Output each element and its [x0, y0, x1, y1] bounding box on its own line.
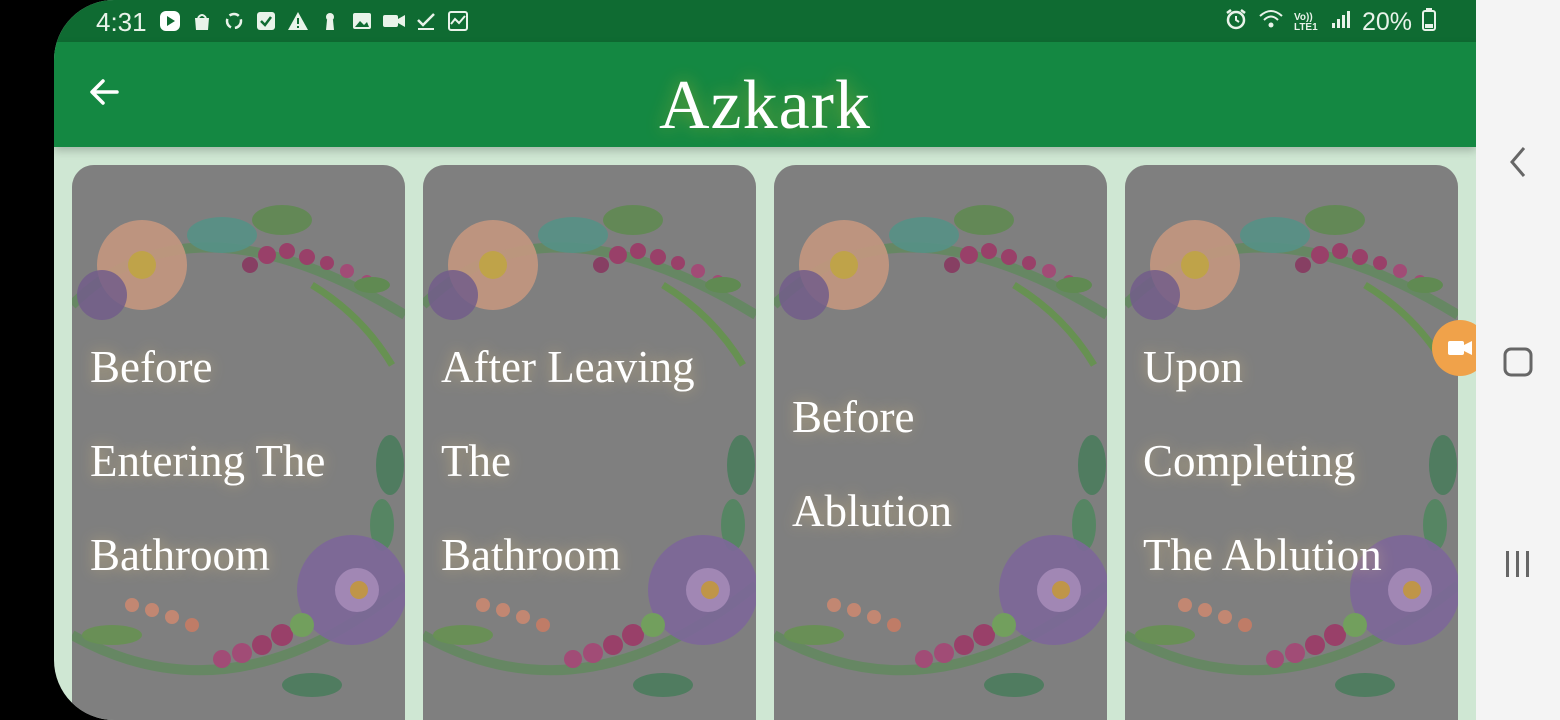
- card-title: Upon Completing The Ablution: [1143, 320, 1452, 602]
- azkar-card-list: Before Entering The Bathroom After Leavi…: [72, 165, 1458, 720]
- app-screen: 4:31 Vo)) LTE1 20% Azkark Before Enterin…: [54, 0, 1476, 720]
- shopping-bag-icon: [190, 9, 214, 33]
- app-bar: Azkark: [54, 42, 1476, 147]
- card-title-line: Before: [792, 392, 915, 442]
- card-title-line: The: [441, 436, 511, 486]
- warning-icon: [286, 9, 310, 33]
- azkar-card[interactable]: After Leaving The Bathroom: [423, 165, 756, 720]
- azkar-card[interactable]: Before Entering The Bathroom: [72, 165, 405, 720]
- check-icon: [414, 9, 438, 33]
- volte-icon: Vo)) LTE1: [1293, 11, 1318, 33]
- play-store-icon: [158, 9, 182, 33]
- card-title: Before Entering The Bathroom: [90, 320, 399, 602]
- checkbox-icon: [254, 9, 278, 33]
- battery-percent: 20%: [1361, 8, 1412, 36]
- video-icon: [382, 9, 406, 33]
- chevron-left-icon[interactable]: [1498, 142, 1538, 182]
- azkar-card[interactable]: Upon Completing The Ablution: [1125, 165, 1458, 720]
- card-title: After Leaving The Bathroom: [441, 320, 750, 602]
- card-title-line: After Leaving: [441, 342, 695, 392]
- card-title: Before Ablution: [792, 370, 1101, 558]
- wifi-icon: [1258, 8, 1284, 37]
- home-square-icon[interactable]: [1498, 342, 1538, 382]
- image-icon: [350, 9, 374, 33]
- card-title-line: Bathroom: [90, 530, 270, 580]
- status-bar: 4:31 Vo)) LTE1 20%: [54, 0, 1476, 42]
- page-title: Azkark: [658, 67, 871, 144]
- status-notification-icons: [158, 9, 470, 33]
- system-nav-bar: [1476, 0, 1560, 720]
- card-title-line: Entering The: [90, 436, 326, 486]
- card-title-line: Ablution: [792, 486, 953, 536]
- keyhole-icon: [318, 9, 342, 33]
- alarm-icon: [1224, 7, 1248, 38]
- card-title-line: Bathroom: [441, 530, 621, 580]
- card-title-line: Completing: [1143, 436, 1356, 486]
- card-title-line: The Ablution: [1143, 530, 1382, 580]
- recents-icon[interactable]: [1498, 544, 1538, 584]
- sync-icon: [222, 9, 246, 33]
- azkar-card[interactable]: Before Ablution: [774, 165, 1107, 720]
- status-time: 4:31: [96, 7, 147, 37]
- battery-icon: [1422, 7, 1436, 38]
- card-title-line: Before: [90, 342, 213, 392]
- status-system-icons: Vo)) LTE1 20%: [1224, 7, 1436, 38]
- card-title-line: Upon: [1143, 342, 1243, 392]
- signal-icon: [1330, 8, 1352, 37]
- chart-icon: [446, 9, 470, 33]
